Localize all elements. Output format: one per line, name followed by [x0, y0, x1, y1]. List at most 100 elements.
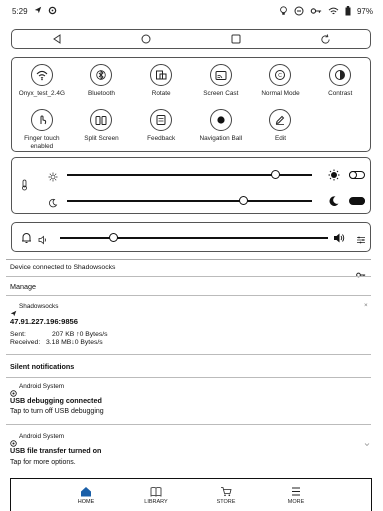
- back-triangle-icon: [52, 34, 61, 44]
- nav-more[interactable]: MORE: [271, 486, 321, 505]
- divider: [6, 276, 371, 277]
- speaker-large-icon: [333, 231, 345, 249]
- chevron-down-icon[interactable]: [364, 434, 370, 452]
- moon-small-icon: [48, 195, 58, 213]
- divider: [6, 259, 371, 260]
- screen-cast-icon: [209, 64, 232, 86]
- nav-home[interactable]: HOME: [61, 486, 111, 505]
- nav-label: MORE: [287, 498, 305, 505]
- qs-split-screen[interactable]: Split Screen: [72, 107, 132, 152]
- refresh-screen-button[interactable]: [305, 30, 345, 48]
- finger-touch-icon: [30, 109, 53, 131]
- recents-button[interactable]: [216, 30, 256, 48]
- sound-settings-icon[interactable]: [356, 232, 366, 250]
- qs-label: Split Screen: [84, 135, 119, 142]
- qs-label: Feedback: [147, 135, 176, 142]
- divider: [6, 377, 371, 378]
- silent-notifications-header: Silent notifications: [10, 362, 75, 371]
- qs-bluetooth[interactable]: Bluetooth: [72, 62, 132, 107]
- warm-light-slider-row: [12, 191, 370, 211]
- navigation-ball-icon: [209, 109, 232, 131]
- notification-app-name: Android System: [19, 383, 65, 390]
- qs-rotate[interactable]: Rotate: [131, 62, 191, 107]
- cold-light-toggle[interactable]: [349, 171, 365, 179]
- nav-label: STORE: [216, 498, 236, 505]
- bulb-icon: [279, 6, 288, 16]
- send-icon: [34, 6, 42, 16]
- nav-label: HOME: [77, 498, 95, 505]
- nav-label: LIBRARY: [144, 498, 168, 505]
- notification-app-name: Shadowsocks: [19, 303, 59, 310]
- server-address: 47.91.227.196:9856: [10, 317, 78, 326]
- cold-light-thumb[interactable]: [270, 170, 280, 179]
- cold-light-slider[interactable]: [67, 170, 312, 179]
- qs-edit[interactable]: Edit: [251, 107, 311, 152]
- warm-light-toggle[interactable]: [349, 197, 365, 205]
- manage-link[interactable]: Manage: [10, 282, 36, 291]
- home-circle-icon: [141, 34, 151, 44]
- warm-light-slider[interactable]: [67, 196, 312, 205]
- home-nav-button[interactable]: [126, 30, 166, 48]
- sent-value: 207 KB ↑0 Bytes/s: [52, 331, 108, 338]
- close-icon[interactable]: ×: [364, 302, 368, 309]
- qs-wifi[interactable]: Onyx_test_2.4G: [12, 62, 72, 107]
- divider: [6, 424, 371, 425]
- vpn-status-text[interactable]: Device connected to Shadowsocks: [10, 264, 115, 271]
- volume-slider[interactable]: [60, 233, 328, 242]
- refresh-icon: [321, 33, 330, 44]
- bottom-navigation: HOME LIBRARY STORE MORE: [10, 478, 372, 511]
- status-time: 5:29: [12, 6, 28, 16]
- contrast-icon: [329, 64, 352, 86]
- sun-small-icon: [48, 169, 58, 187]
- more-icon: [292, 487, 300, 495]
- volume-panel: [11, 222, 371, 252]
- qs-normal-mode[interactable]: C Normal Mode: [251, 62, 311, 107]
- qs-navigation-ball[interactable]: Navigation Ball: [191, 107, 251, 152]
- divider: [6, 354, 371, 355]
- vpn-key-icon: [356, 265, 366, 283]
- back-button[interactable]: [37, 30, 77, 48]
- home-icon: [81, 486, 91, 496]
- sent-label: Sent:: [10, 331, 26, 338]
- notification-title: USB debugging connected: [10, 396, 102, 405]
- key-icon: [310, 7, 322, 15]
- qs-screen-cast[interactable]: Screen Cast: [191, 62, 251, 107]
- qs-feedback[interactable]: Feedback: [131, 107, 191, 152]
- front-light-panel: [11, 157, 371, 214]
- library-icon: [150, 486, 162, 497]
- store-icon: [221, 486, 232, 496]
- divider: [6, 295, 371, 296]
- svg-text:C: C: [279, 73, 283, 79]
- qs-contrast[interactable]: Contrast: [310, 62, 370, 107]
- qs-label: Contrast: [328, 90, 353, 97]
- refresh-mode-icon: C: [269, 64, 292, 86]
- qs-label: Normal Mode: [261, 90, 300, 97]
- nav-store[interactable]: STORE: [201, 486, 251, 505]
- notification-app-name: Android System: [19, 433, 65, 440]
- qs-label: Edit: [274, 135, 286, 142]
- battery-percent: 97%: [356, 6, 373, 16]
- status-bar: 5:29 97%: [0, 0, 383, 22]
- qs-finger-touch[interactable]: Finger touch enabled: [12, 107, 72, 152]
- bell-icon[interactable]: [21, 231, 32, 249]
- received-value: 3.18 MB↓0 Bytes/s: [46, 339, 103, 346]
- qs-label: Onyx_test_2.4G: [18, 90, 65, 97]
- wifi-status-icon: [328, 7, 339, 16]
- rotate-icon: [150, 64, 173, 86]
- battery-icon: [345, 6, 351, 16]
- wifi-icon: [30, 64, 53, 86]
- qs-label: Rotate: [151, 90, 171, 97]
- feedback-icon: [150, 109, 173, 131]
- received-label: Received:: [10, 339, 41, 346]
- split-screen-icon: [90, 109, 113, 131]
- notification-text: Tap for more options.: [10, 459, 76, 466]
- nav-library[interactable]: LIBRARY: [131, 486, 181, 505]
- speaker-small-icon: [38, 232, 48, 250]
- notification-title: USB file transfer turned on: [10, 446, 102, 455]
- qs-label: Finger touch enabled: [24, 135, 60, 150]
- edit-icon: [269, 109, 292, 131]
- qs-label: Navigation Ball: [199, 135, 243, 142]
- volume-thumb[interactable]: [109, 233, 119, 242]
- sun-large-icon: [328, 168, 340, 186]
- warm-light-thumb[interactable]: [238, 196, 248, 205]
